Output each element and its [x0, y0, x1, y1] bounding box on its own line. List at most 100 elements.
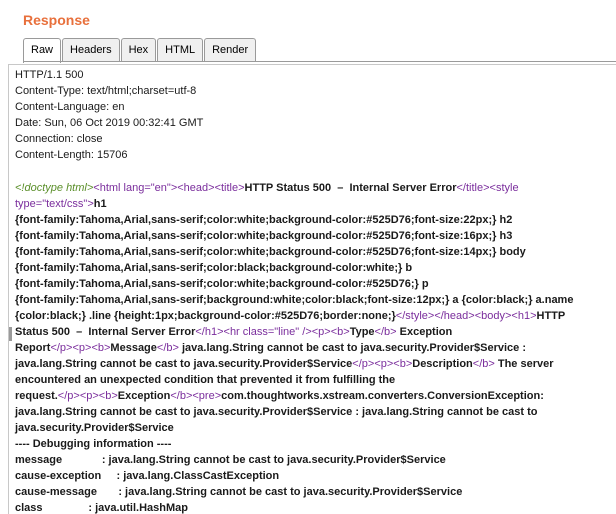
body-text: Description: [412, 358, 473, 370]
tab-render[interactable]: Render: [204, 38, 257, 62]
html-tag: </b>: [472, 358, 495, 370]
body-text: Type: [349, 326, 375, 338]
html-tag: <head>: [177, 182, 215, 194]
body-line: {font-family:Tahoma,Arial,sans-serif;col…: [15, 244, 611, 260]
html-tag: type=: [15, 198, 43, 210]
body-text: {font-family:Tahoma,Arial,sans-serif;col…: [15, 246, 526, 258]
header-line: Content-Length: 15706: [15, 149, 128, 161]
body-text: cause-message : java.lang.String cannot …: [15, 486, 463, 498]
body-line: Report</p><p><b>Message</b> java.lang.St…: [15, 340, 611, 356]
html-tag: <p>: [72, 342, 92, 354]
body-text: java.lang.String cannot be cast to java.…: [178, 342, 526, 354]
html-tag: </p>: [352, 358, 375, 370]
attr-value: "en": [150, 182, 171, 194]
body-line: Status 500 – Internal Server Error</h1><…: [15, 324, 611, 340]
body-text: h1: [93, 198, 107, 210]
body-line: {font-family:Tahoma,Arial,sans-serif;col…: [15, 228, 611, 244]
response-headers: HTTP/1.1 500 Content-Type: text/html;cha…: [15, 67, 203, 163]
body-line: cause-message : java.lang.String cannot …: [15, 484, 611, 500]
body-line: message : java.lang.String cannot be cas…: [15, 452, 611, 468]
body-line: {font-family:Tahoma,Arial,sans-serif;bac…: [15, 292, 611, 308]
body-line: <!doctype html><html lang="en"><head><ti…: [15, 180, 611, 196]
html-tag: </head>: [434, 310, 475, 322]
body-text: HTTP Status 500 – Internal Server Error: [244, 182, 457, 194]
body-line: java.security.Provider$Service: [15, 420, 611, 436]
html-tag: </b>: [170, 390, 193, 402]
tab-hex[interactable]: Hex: [120, 38, 157, 62]
scroll-marker: [9, 327, 12, 341]
body-line: {font-family:Tahoma,Arial,sans-serif;col…: [15, 212, 611, 228]
response-body: <!doctype html><html lang="en"><head><ti…: [15, 180, 611, 514]
body-text: java.lang.String cannot be cast to java.…: [15, 406, 538, 418]
body-text: {font-family:Tahoma,Arial,sans-serif;col…: [15, 214, 513, 226]
tab-html[interactable]: HTML: [157, 38, 204, 62]
tab-divider: [23, 61, 616, 62]
html-tag: <body>: [474, 310, 512, 322]
body-line: request.</p><p><b>Exception</b><pre>com.…: [15, 388, 611, 404]
header-line: Connection: close: [15, 133, 103, 145]
html-tag: </h1>: [195, 326, 224, 338]
body-text: encountered an unexpected condition that…: [15, 374, 396, 386]
body-text: {font-family:Tahoma,Arial,sans-serif;col…: [15, 278, 429, 290]
html-tag: <title>: [214, 182, 245, 194]
html-tag: <b>: [330, 326, 350, 338]
attr-value: "line": [274, 326, 300, 338]
response-view-tabs: Raw Headers Hex HTML Render: [23, 38, 257, 63]
html-tag: <b>: [91, 342, 111, 354]
header-line: Content-Type: text/html;charset=utf-8: [15, 85, 197, 97]
body-line: java.lang.String cannot be cast to java.…: [15, 356, 611, 372]
body-line: java.lang.String cannot be cast to java.…: [15, 404, 611, 420]
raw-response-editor[interactable]: HTTP/1.1 500 Content-Type: text/html;cha…: [8, 64, 616, 514]
body-line: encountered an unexpected condition that…: [15, 372, 611, 388]
body-line: ---- Debugging information ----: [15, 436, 611, 452]
body-text: The server: [494, 358, 554, 370]
html-tag: </b>: [374, 326, 397, 338]
body-text: cause-exception : java.lang.ClassCastExc…: [15, 470, 280, 482]
attr-value: "text/css": [42, 198, 88, 210]
status-line: HTTP/1.1 500: [15, 69, 84, 81]
html-tag: <pre>: [192, 390, 222, 402]
tab-headers[interactable]: Headers: [62, 38, 120, 62]
body-text: Exception: [396, 326, 453, 338]
doctype: <!doctype html>: [15, 182, 94, 194]
body-text: {color:black;} .line {height:1px;backgro…: [15, 310, 396, 322]
body-line: {font-family:Tahoma,Arial,sans-serif;col…: [15, 260, 611, 276]
body-text: java.security.Provider$Service: [15, 422, 174, 434]
html-tag: <html lang=: [93, 182, 151, 194]
html-tag: <h1>: [511, 310, 537, 322]
body-text: Status 500 – Internal Server Error: [15, 326, 196, 338]
body-text: request.: [15, 390, 58, 402]
html-tag: </style>: [395, 310, 435, 322]
body-line: {font-family:Tahoma,Arial,sans-serif;col…: [15, 276, 611, 292]
html-tag: </b>: [156, 342, 179, 354]
html-tag: <p>: [79, 390, 99, 402]
panel-title: Response: [23, 12, 90, 28]
body-text: ---- Debugging information ----: [15, 438, 172, 450]
html-tag: <style: [489, 182, 519, 194]
html-tag: </p>: [50, 342, 73, 354]
body-text: {font-family:Tahoma,Arial,sans-serif;col…: [15, 262, 413, 274]
response-panel: Response Raw Headers Hex HTML Render HTT…: [0, 0, 616, 514]
header-line: Date: Sun, 06 Oct 2019 00:32:41 GMT: [15, 117, 204, 129]
html-tag: <b>: [393, 358, 413, 370]
body-line: cause-exception : java.lang.ClassCastExc…: [15, 468, 611, 484]
body-text: com.thoughtworks.xstream.converters.Conv…: [221, 390, 544, 402]
body-text: Exception: [117, 390, 171, 402]
header-line: Content-Language: en: [15, 101, 125, 113]
body-text: {font-family:Tahoma,Arial,sans-serif;col…: [15, 230, 513, 242]
body-line: class : java.util.HashMap: [15, 500, 611, 514]
body-text: java.lang.String cannot be cast to java.…: [15, 358, 353, 370]
html-tag: </title>: [456, 182, 490, 194]
body-text: message : java.lang.String cannot be cas…: [15, 454, 446, 466]
body-text: {font-family:Tahoma,Arial,sans-serif;bac…: [15, 294, 574, 306]
body-text: HTTP: [536, 310, 566, 322]
html-tag: <p>: [374, 358, 394, 370]
html-tag: <p>: [311, 326, 331, 338]
html-tag: </p>: [57, 390, 80, 402]
body-line: {color:black;} .line {height:1px;backgro…: [15, 308, 611, 324]
tab-raw[interactable]: Raw: [23, 38, 62, 63]
body-text: class : java.util.HashMap: [15, 502, 189, 514]
body-line: type="text/css">h1: [15, 196, 611, 212]
html-tag: <b>: [98, 390, 118, 402]
html-tag: <hr class=: [223, 326, 275, 338]
